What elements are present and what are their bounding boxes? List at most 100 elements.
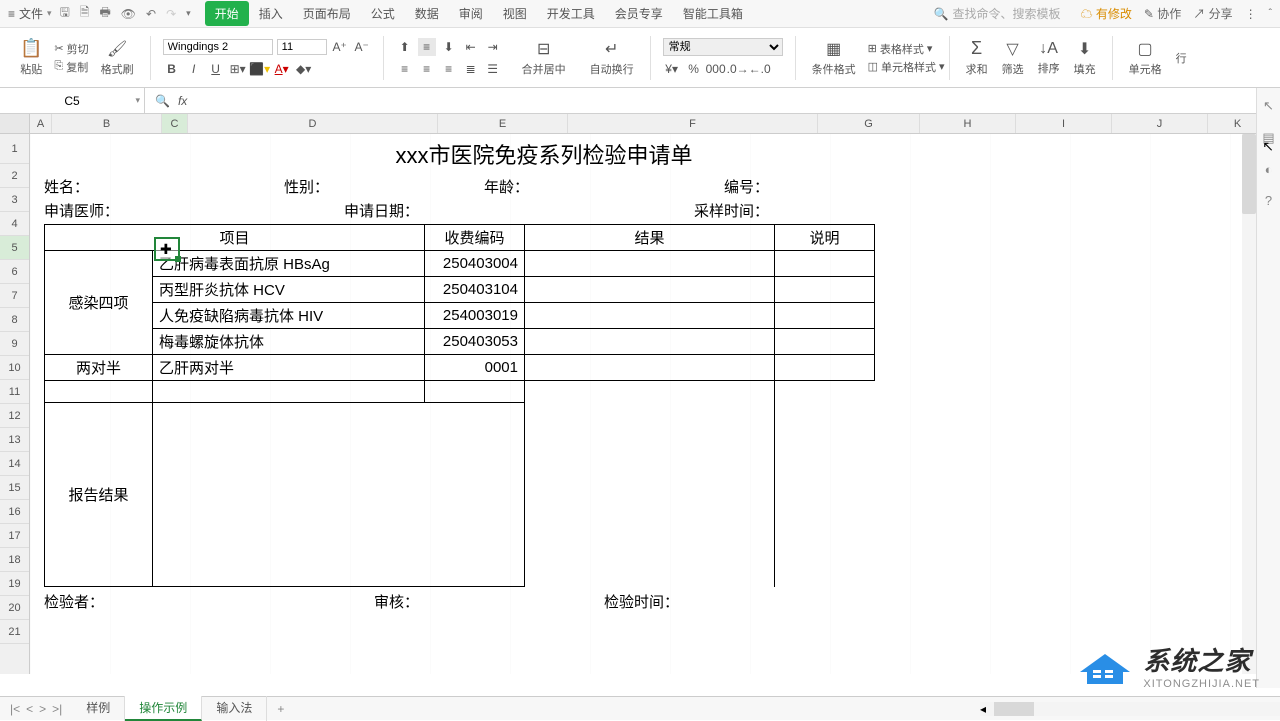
select-all-corner[interactable] xyxy=(0,114,30,133)
col-header-B[interactable]: B xyxy=(52,114,162,133)
col-header-J[interactable]: J xyxy=(1112,114,1208,133)
sheet-prev-icon[interactable]: < xyxy=(26,702,33,716)
tab-review[interactable]: 审阅 xyxy=(449,1,493,26)
print-preview-icon[interactable]: 👁 xyxy=(121,7,136,21)
help-icon[interactable]: ? xyxy=(1265,193,1272,208)
has-changes[interactable]: ☁ 有修改 xyxy=(1081,5,1132,22)
tab-data[interactable]: 数据 xyxy=(405,1,449,26)
fx-icon[interactable]: fx xyxy=(178,94,187,108)
merge-button[interactable]: ⊟ 合并居中 xyxy=(518,37,570,79)
align-middle-icon[interactable]: ≡ xyxy=(418,38,436,56)
tab-view[interactable]: 视图 xyxy=(493,1,537,26)
row-header-7[interactable]: 7 xyxy=(0,284,29,308)
hscroll-left-icon[interactable]: ◂ xyxy=(980,702,986,716)
col-header-I[interactable]: I xyxy=(1016,114,1112,133)
sort-button[interactable]: ↓A排序 xyxy=(1034,38,1064,78)
row-header-13[interactable]: 13 xyxy=(0,428,29,452)
comma-icon[interactable]: 000 xyxy=(707,60,725,78)
panel-icon-2[interactable]: ◐ xyxy=(1265,162,1273,177)
row-header-15[interactable]: 15 xyxy=(0,476,29,500)
cut-button[interactable]: ✂剪切 xyxy=(54,41,88,57)
row-header-21[interactable]: 21 xyxy=(0,620,29,644)
cell-style-button[interactable]: ◫ 单元格样式▾ xyxy=(868,59,945,75)
sheet-next-icon[interactable]: > xyxy=(39,702,46,716)
row-header-20[interactable]: 20 xyxy=(0,596,29,620)
row-button[interactable]: 行 xyxy=(1172,48,1191,68)
row-header-18[interactable]: 18 xyxy=(0,548,29,572)
add-sheet-button[interactable]: + xyxy=(267,702,294,716)
sum-button[interactable]: Σ求和 xyxy=(962,36,992,79)
sheet-tab-2[interactable]: 操作示例 xyxy=(125,696,202,721)
qat-dropdown-icon[interactable]: ▾ xyxy=(186,8,191,19)
distribute-icon[interactable]: ☰ xyxy=(484,60,502,78)
cond-format-button[interactable]: ▦ 条件格式 xyxy=(808,37,860,79)
align-right-icon[interactable]: ≡ xyxy=(440,60,458,78)
highlight-icon[interactable]: ◆▾ xyxy=(295,60,313,78)
sheet-tab-3[interactable]: 输入法 xyxy=(202,696,267,721)
increase-font-icon[interactable]: A⁺ xyxy=(331,38,349,56)
cell-button[interactable]: ▢单元格 xyxy=(1125,37,1166,79)
font-color-icon[interactable]: A▾ xyxy=(273,60,291,78)
align-center-icon[interactable]: ≡ xyxy=(418,60,436,78)
tab-member[interactable]: 会员专享 xyxy=(605,1,673,26)
sheet-last-icon[interactable]: >| xyxy=(52,702,62,716)
tab-layout[interactable]: 页面布局 xyxy=(293,1,361,26)
col-header-C[interactable]: C xyxy=(162,114,188,133)
col-header-A[interactable]: A xyxy=(30,114,52,133)
print-icon[interactable]: 🖶 xyxy=(99,3,110,24)
col-header-H[interactable]: H xyxy=(920,114,1016,133)
tab-dev[interactable]: 开发工具 xyxy=(537,1,605,26)
tab-insert[interactable]: 插入 xyxy=(249,1,293,26)
name-box-dropdown-icon[interactable]: ▾ xyxy=(135,95,140,106)
row-header-5[interactable]: 5 xyxy=(0,236,29,260)
save-icon[interactable]: 🖫 xyxy=(60,3,70,24)
bold-icon[interactable]: B xyxy=(163,60,181,78)
table-style-button[interactable]: ⊞ 表格样式▾ xyxy=(868,41,945,57)
row-header-8[interactable]: 8 xyxy=(0,308,29,332)
underline-icon[interactable]: U xyxy=(207,60,225,78)
inc-decimal-icon[interactable]: .0→ xyxy=(729,60,747,78)
col-header-D[interactable]: D xyxy=(188,114,438,133)
file-menu[interactable]: ≡ 文件 ▾ xyxy=(8,5,52,22)
scroll-thumb[interactable] xyxy=(994,702,1034,716)
row-header-11[interactable]: 11 xyxy=(0,380,29,404)
wrap-button[interactable]: ↵ 自动换行 xyxy=(586,37,638,79)
command-search[interactable]: 🔍 查找命令、搜索模板 xyxy=(934,5,1061,22)
tab-start[interactable]: 开始 xyxy=(205,1,249,26)
number-format-select[interactable]: 常规 xyxy=(663,38,783,56)
col-header-F[interactable]: F xyxy=(568,114,818,133)
row-header-3[interactable]: 3 xyxy=(0,188,29,212)
row-header-12[interactable]: 12 xyxy=(0,404,29,428)
row-header-14[interactable]: 14 xyxy=(0,452,29,476)
indent-dec-icon[interactable]: ⇤ xyxy=(462,38,480,56)
cursor-icon[interactable]: ↖ xyxy=(1263,98,1274,114)
copy-button[interactable]: ⎘复制 xyxy=(54,59,88,75)
font-size-select[interactable] xyxy=(277,39,327,55)
currency-icon[interactable]: ¥▾ xyxy=(663,60,681,78)
horizontal-scrollbar[interactable]: ◂ xyxy=(980,702,1280,716)
row-header-10[interactable]: 10 xyxy=(0,356,29,380)
font-select[interactable] xyxy=(163,39,273,55)
border-icon[interactable]: ⊞▾ xyxy=(229,60,247,78)
fill-color-icon[interactable]: ⬛▾ xyxy=(251,60,269,78)
row-header-9[interactable]: 9 xyxy=(0,332,29,356)
fill-button[interactable]: ⬇填充 xyxy=(1070,37,1100,79)
col-header-G[interactable]: G xyxy=(818,114,920,133)
redo-icon[interactable]: ↷ xyxy=(166,7,176,21)
cells-area[interactable]: xxx市医院免疫系列检验申请单 姓名： 性别： 年龄： 编号： 申请医师： 申请… xyxy=(30,134,1280,674)
italic-icon[interactable]: I xyxy=(185,60,203,78)
align-top-icon[interactable]: ⬆ xyxy=(396,38,414,56)
more-icon[interactable]: ⋮ xyxy=(1245,7,1257,21)
vertical-scrollbar[interactable] xyxy=(1242,134,1256,674)
save-as-icon[interactable]: 🗎 xyxy=(80,3,90,24)
percent-icon[interactable]: % xyxy=(685,60,703,78)
row-header-6[interactable]: 6 xyxy=(0,260,29,284)
row-header-17[interactable]: 17 xyxy=(0,524,29,548)
row-header-16[interactable]: 16 xyxy=(0,500,29,524)
undo-icon[interactable]: ↶ xyxy=(146,7,156,21)
dec-decimal-icon[interactable]: ←.0 xyxy=(751,60,769,78)
row-header-1[interactable]: 1 xyxy=(0,134,29,164)
row-header-19[interactable]: 19 xyxy=(0,572,29,596)
cancel-icon[interactable]: 🔍 xyxy=(155,94,170,108)
format-painter-button[interactable]: 🖌 格式刷 xyxy=(97,37,138,79)
